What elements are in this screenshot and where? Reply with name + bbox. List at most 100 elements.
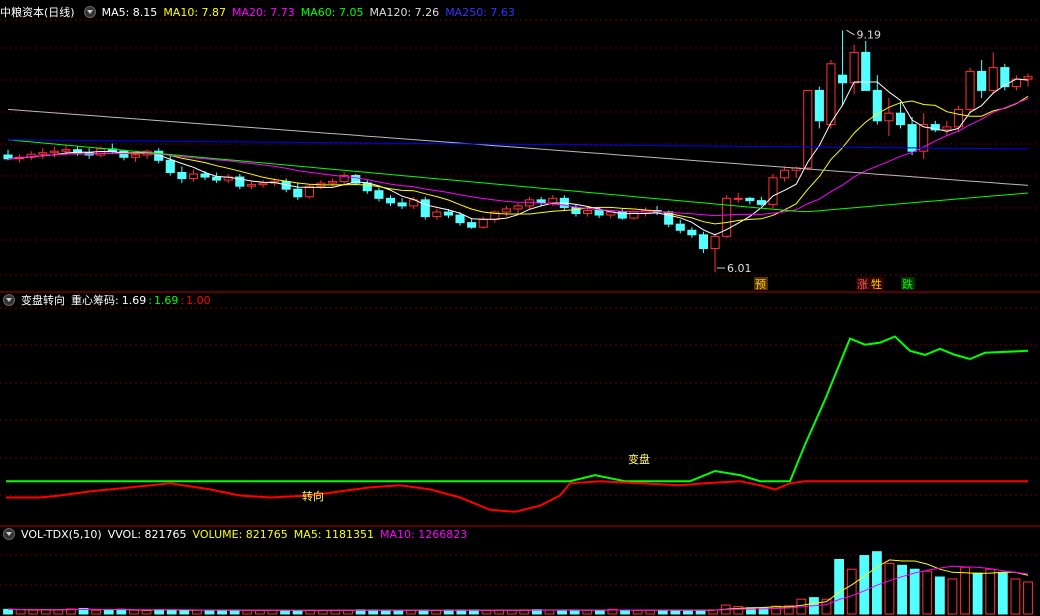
volume-bar bbox=[632, 609, 643, 615]
candle-body bbox=[895, 112, 906, 126]
candle-body bbox=[907, 124, 917, 152]
volume-bar bbox=[947, 578, 958, 615]
tag-die: 跌 bbox=[902, 277, 913, 291]
volume-bar bbox=[393, 609, 404, 615]
candle-body bbox=[768, 177, 778, 205]
volume-bar bbox=[657, 609, 668, 615]
candle-body bbox=[61, 149, 71, 152]
candle-body bbox=[467, 222, 477, 228]
candle-body bbox=[849, 51, 859, 84]
volume-bar bbox=[53, 609, 64, 615]
red-line bbox=[6, 480, 1028, 513]
volume-bar bbox=[191, 609, 202, 615]
volume-bar bbox=[15, 609, 26, 615]
candle-body bbox=[258, 182, 268, 186]
volume-bar bbox=[3, 608, 13, 615]
candle-body bbox=[745, 197, 755, 202]
candle-body bbox=[49, 150, 59, 154]
volume-bar bbox=[733, 606, 744, 615]
candle-body bbox=[710, 235, 720, 249]
volume-bar bbox=[695, 609, 706, 615]
volume-bar bbox=[859, 555, 870, 615]
volume-bar bbox=[406, 609, 416, 615]
label-zhuanxiang: 转向 bbox=[302, 489, 324, 503]
candle-body bbox=[200, 173, 210, 178]
volume-bar bbox=[166, 609, 177, 615]
volume-bar bbox=[103, 609, 114, 615]
volume-bar bbox=[582, 609, 593, 615]
volume-bar bbox=[960, 566, 970, 615]
high-label: 9.19 bbox=[857, 28, 882, 41]
volume-bar bbox=[280, 610, 290, 615]
candle-body bbox=[420, 199, 430, 218]
volume-bar bbox=[91, 609, 102, 615]
volume-bar bbox=[670, 609, 681, 615]
candle-body bbox=[362, 182, 372, 192]
volume-bar bbox=[317, 609, 328, 615]
volume-bar bbox=[204, 609, 215, 615]
volume-bar bbox=[506, 609, 517, 615]
candle-body bbox=[861, 51, 871, 91]
candle-body bbox=[165, 159, 175, 173]
volume-bar bbox=[645, 609, 656, 615]
volume-bar bbox=[1023, 581, 1033, 615]
candle-body bbox=[826, 63, 836, 126]
volume-bar bbox=[683, 609, 693, 615]
candle-body bbox=[988, 67, 998, 91]
volume-bar bbox=[972, 572, 983, 615]
volume-bar bbox=[179, 609, 190, 615]
candle-body bbox=[965, 70, 975, 110]
volume-bar bbox=[884, 562, 895, 615]
candle-body bbox=[733, 197, 743, 200]
candle-body bbox=[942, 126, 952, 131]
label-bianpan: 变盘 bbox=[628, 452, 650, 466]
volume-bar bbox=[594, 609, 605, 615]
candle-body bbox=[327, 181, 338, 184]
candle-body bbox=[571, 206, 581, 215]
candle-body bbox=[455, 214, 465, 224]
volume-bar bbox=[997, 572, 1008, 615]
volume-bar bbox=[129, 609, 139, 615]
candle-body bbox=[188, 173, 199, 180]
volume-bar bbox=[557, 609, 567, 615]
candle-body bbox=[397, 202, 407, 207]
candle-body bbox=[1023, 76, 1033, 80]
green-line bbox=[6, 335, 1029, 483]
candle-body bbox=[374, 190, 384, 199]
low-label: 6.01 bbox=[727, 262, 752, 275]
candle-body bbox=[698, 234, 709, 249]
candle-body bbox=[629, 211, 639, 219]
candle-body bbox=[803, 89, 813, 169]
candle-body bbox=[385, 197, 396, 204]
volume-bar bbox=[242, 609, 253, 615]
volume-bar bbox=[544, 609, 555, 615]
volume-bar bbox=[985, 568, 996, 615]
candle-body bbox=[837, 74, 848, 84]
chart-canvas[interactable]: 9.19 6.01预 涨牲 跌转向 变盘 bbox=[0, 0, 1040, 616]
tag-zhang: 涨 bbox=[857, 278, 868, 291]
candle-body bbox=[513, 205, 523, 210]
candle-body bbox=[780, 169, 790, 179]
volume-bar bbox=[909, 568, 920, 615]
volume-bar bbox=[380, 609, 391, 615]
tag-sheng: 牲 bbox=[871, 277, 882, 291]
candle-body bbox=[432, 211, 442, 218]
volume-bar bbox=[254, 609, 265, 615]
candle-body bbox=[246, 184, 256, 187]
high-marker bbox=[846, 29, 855, 36]
candle-body bbox=[884, 112, 894, 122]
volume-bar bbox=[141, 609, 152, 615]
volume-bar bbox=[217, 609, 227, 615]
volume-bar bbox=[871, 551, 882, 615]
candle-body bbox=[130, 154, 141, 158]
candle-body bbox=[212, 176, 222, 181]
volume-bar bbox=[897, 564, 907, 615]
candle-body bbox=[687, 229, 697, 236]
volume-bar bbox=[343, 609, 353, 615]
candle-body bbox=[443, 211, 454, 216]
candle-body bbox=[293, 188, 303, 198]
volume-bar bbox=[481, 609, 492, 615]
volume-bar bbox=[1010, 578, 1021, 615]
volume-bar bbox=[28, 609, 39, 615]
candle-body bbox=[501, 208, 511, 213]
